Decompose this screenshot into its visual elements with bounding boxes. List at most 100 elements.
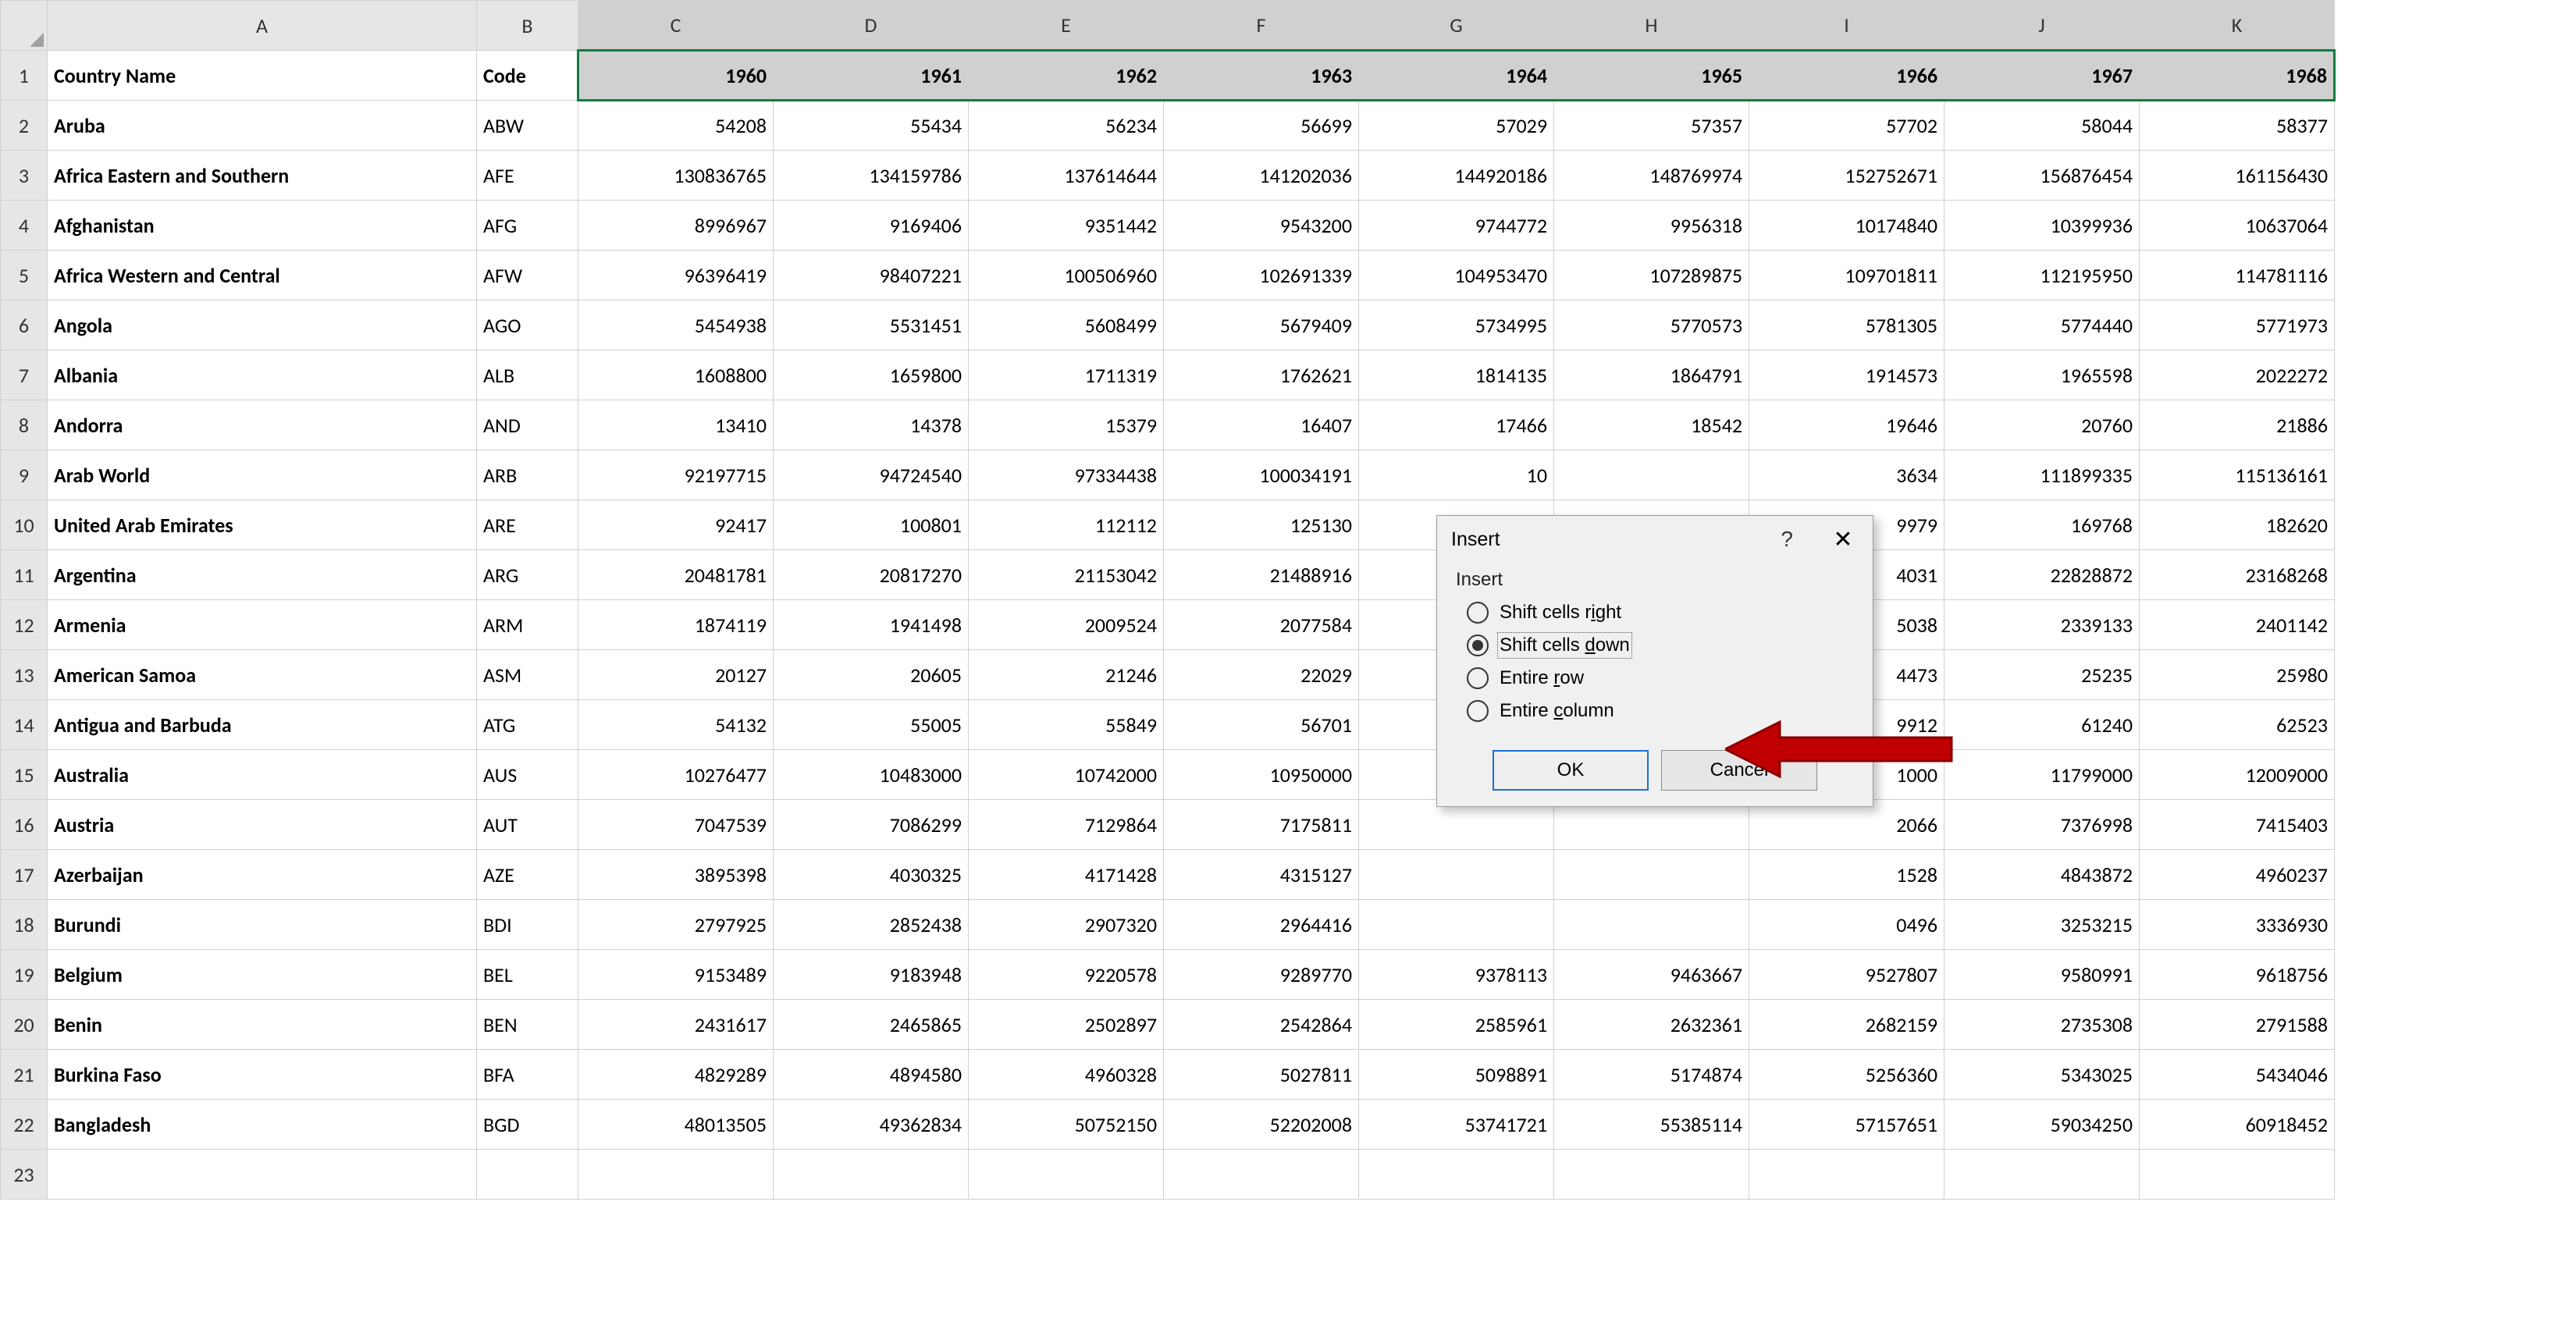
cell-E12[interactable]: 2009524 <box>969 600 1164 650</box>
cell-A18[interactable]: Burundi <box>48 900 477 950</box>
cell-K12[interactable]: 2401142 <box>2140 600 2335 650</box>
cell-B14[interactable]: ATG <box>477 700 578 750</box>
cell-D14[interactable]: 55005 <box>774 700 969 750</box>
cell-B9[interactable]: ARB <box>477 450 578 500</box>
cell-G3[interactable]: 144920186 <box>1359 151 1554 201</box>
row-header-1[interactable]: 1 <box>1 51 48 101</box>
cell-E13[interactable]: 21246 <box>969 650 1164 700</box>
cell-E21[interactable]: 4960328 <box>969 1050 1164 1100</box>
cell-C14[interactable]: 54132 <box>578 700 774 750</box>
radio-entire-row[interactable]: Entire row <box>1467 667 1856 689</box>
column-header-E[interactable]: E <box>969 1 1164 51</box>
cell-A12[interactable]: Armenia <box>48 600 477 650</box>
dialog-help-button[interactable]: ? <box>1781 527 1793 552</box>
row-header-23[interactable]: 23 <box>1 1150 48 1200</box>
cell-J11[interactable]: 22828872 <box>1944 550 2140 600</box>
cell-K22[interactable]: 60918452 <box>2140 1100 2335 1150</box>
cell-F15[interactable]: 10950000 <box>1164 750 1359 800</box>
cell-A15[interactable]: Australia <box>48 750 477 800</box>
cell-J12[interactable]: 2339133 <box>1944 600 2140 650</box>
cell-I21[interactable]: 5256360 <box>1749 1050 1944 1100</box>
cell-H1[interactable]: 1965 <box>1554 51 1749 101</box>
cell-G19[interactable]: 9378113 <box>1359 950 1554 1000</box>
cell-G23[interactable] <box>1359 1150 1554 1200</box>
cell-J2[interactable]: 58044 <box>1944 101 2140 151</box>
cell-J9[interactable]: 111899335 <box>1944 450 2140 500</box>
cell-D7[interactable]: 1659800 <box>774 350 969 400</box>
cell-E22[interactable]: 50752150 <box>969 1100 1164 1150</box>
cell-C8[interactable]: 13410 <box>578 400 774 450</box>
cell-D23[interactable] <box>774 1150 969 1200</box>
cell-F8[interactable]: 16407 <box>1164 400 1359 450</box>
cell-C16[interactable]: 7047539 <box>578 800 774 850</box>
cell-F22[interactable]: 52202008 <box>1164 1100 1359 1150</box>
column-header-G[interactable]: G <box>1359 1 1554 51</box>
cell-E3[interactable]: 137614644 <box>969 151 1164 201</box>
row-header-12[interactable]: 12 <box>1 600 48 650</box>
cell-H19[interactable]: 9463667 <box>1554 950 1749 1000</box>
cell-K3[interactable]: 161156430 <box>2140 151 2335 201</box>
cell-G4[interactable]: 9744772 <box>1359 201 1554 251</box>
cell-G21[interactable]: 5098891 <box>1359 1050 1554 1100</box>
cell-E11[interactable]: 21153042 <box>969 550 1164 600</box>
cell-H20[interactable]: 2632361 <box>1554 1000 1749 1050</box>
cell-F19[interactable]: 9289770 <box>1164 950 1359 1000</box>
cell-E7[interactable]: 1711319 <box>969 350 1164 400</box>
cell-A20[interactable]: Benin <box>48 1000 477 1050</box>
cell-K15[interactable]: 12009000 <box>2140 750 2335 800</box>
cell-F11[interactable]: 21488916 <box>1164 550 1359 600</box>
cell-E15[interactable]: 10742000 <box>969 750 1164 800</box>
cell-E1[interactable]: 1962 <box>969 51 1164 101</box>
cell-G20[interactable]: 2585961 <box>1359 1000 1554 1050</box>
cell-H5[interactable]: 107289875 <box>1554 251 1749 300</box>
column-header-F[interactable]: F <box>1164 1 1359 51</box>
row-header-7[interactable]: 7 <box>1 350 48 400</box>
radio-shift-cells-right[interactable]: Shift cells right <box>1467 602 1856 624</box>
cell-A8[interactable]: Andorra <box>48 400 477 450</box>
cell-B23[interactable] <box>477 1150 578 1200</box>
row-header-13[interactable]: 13 <box>1 650 48 700</box>
cell-B13[interactable]: ASM <box>477 650 578 700</box>
cell-E18[interactable]: 2907320 <box>969 900 1164 950</box>
cell-A19[interactable]: Belgium <box>48 950 477 1000</box>
cell-F7[interactable]: 1762621 <box>1164 350 1359 400</box>
cell-C22[interactable]: 48013505 <box>578 1100 774 1150</box>
cell-I6[interactable]: 5781305 <box>1749 300 1944 350</box>
cell-G5[interactable]: 104953470 <box>1359 251 1554 300</box>
cell-K7[interactable]: 2022272 <box>2140 350 2335 400</box>
cell-J5[interactable]: 112195950 <box>1944 251 2140 300</box>
cell-J6[interactable]: 5774440 <box>1944 300 2140 350</box>
cell-A10[interactable]: United Arab Emirates <box>48 500 477 550</box>
cell-E19[interactable]: 9220578 <box>969 950 1164 1000</box>
cell-E16[interactable]: 7129864 <box>969 800 1164 850</box>
cell-K14[interactable]: 62523 <box>2140 700 2335 750</box>
cell-E14[interactable]: 55849 <box>969 700 1164 750</box>
cell-F12[interactable]: 2077584 <box>1164 600 1359 650</box>
cell-F18[interactable]: 2964416 <box>1164 900 1359 950</box>
cell-A22[interactable]: Bangladesh <box>48 1100 477 1150</box>
cell-D16[interactable]: 7086299 <box>774 800 969 850</box>
cell-B2[interactable]: ABW <box>477 101 578 151</box>
column-header-C[interactable]: C <box>578 1 774 51</box>
cell-A2[interactable]: Aruba <box>48 101 477 151</box>
cell-I7[interactable]: 1914573 <box>1749 350 1944 400</box>
column-header-B[interactable]: B <box>477 1 578 51</box>
row-header-10[interactable]: 10 <box>1 500 48 550</box>
column-header-K[interactable]: K <box>2140 1 2335 51</box>
cell-F14[interactable]: 56701 <box>1164 700 1359 750</box>
cell-G22[interactable]: 53741721 <box>1359 1100 1554 1150</box>
cell-I20[interactable]: 2682159 <box>1749 1000 1944 1050</box>
cell-H2[interactable]: 57357 <box>1554 101 1749 151</box>
cell-E6[interactable]: 5608499 <box>969 300 1164 350</box>
cell-A1[interactable]: Country Name <box>48 51 477 101</box>
row-header-3[interactable]: 3 <box>1 151 48 201</box>
cell-J4[interactable]: 10399936 <box>1944 201 2140 251</box>
cell-H23[interactable] <box>1554 1150 1749 1200</box>
cell-B8[interactable]: AND <box>477 400 578 450</box>
cell-C21[interactable]: 4829289 <box>578 1050 774 1100</box>
cell-F5[interactable]: 102691339 <box>1164 251 1359 300</box>
column-header-D[interactable]: D <box>774 1 969 51</box>
row-header-19[interactable]: 19 <box>1 950 48 1000</box>
cell-K2[interactable]: 58377 <box>2140 101 2335 151</box>
cell-B10[interactable]: ARE <box>477 500 578 550</box>
